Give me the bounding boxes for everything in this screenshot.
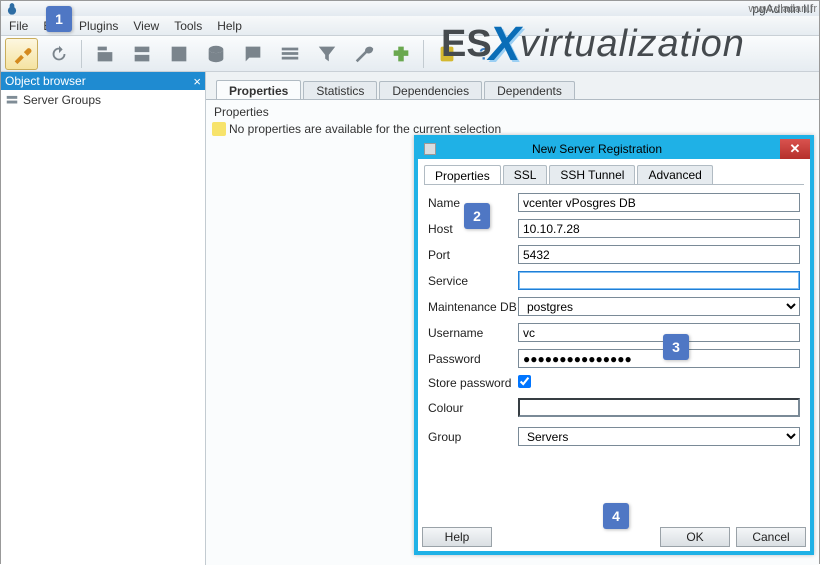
input-service[interactable]	[518, 271, 800, 290]
input-port[interactable]	[518, 245, 800, 264]
menu-help[interactable]: Help	[217, 19, 242, 33]
tab-statistics[interactable]: Statistics	[303, 81, 377, 99]
toolbar-filter-icon[interactable]	[310, 38, 343, 70]
dialog-tabs: Properties SSL SSH Tunnel Advanced	[424, 165, 804, 185]
toolbar-sql-icon[interactable]	[199, 38, 232, 70]
label-port: Port	[428, 248, 518, 262]
detail-empty-msg: No properties are available for the curr…	[229, 122, 501, 136]
dialog-icon	[424, 143, 436, 155]
callout-4: 4	[603, 503, 629, 529]
dialog-tab-advanced[interactable]: Advanced	[637, 165, 712, 184]
label-user: Username	[428, 326, 518, 340]
banner-x: X	[489, 17, 522, 72]
select-group[interactable]: Servers	[518, 427, 800, 446]
button-ok[interactable]: OK	[660, 527, 730, 547]
callout-3: 3	[663, 334, 689, 360]
app-icon	[5, 2, 19, 16]
toolbar-new-icon[interactable]	[125, 38, 158, 70]
detail-heading: Properties	[212, 102, 813, 122]
button-cancel[interactable]: Cancel	[736, 527, 806, 547]
toolbar-drop-icon[interactable]	[162, 38, 195, 70]
tree-node-label: Server Groups	[23, 93, 101, 107]
toolbar-refresh-icon[interactable]	[42, 38, 75, 70]
tab-properties[interactable]: Properties	[216, 80, 301, 99]
info-icon	[212, 122, 226, 136]
label-group: Group	[428, 430, 518, 444]
label-service: Service	[428, 274, 518, 288]
tab-dependencies[interactable]: Dependencies	[379, 81, 482, 99]
menu-view[interactable]: View	[133, 19, 159, 33]
colour-picker[interactable]	[518, 398, 800, 417]
toolbar-connect-icon[interactable]	[5, 38, 38, 70]
label-store: Store password	[428, 376, 518, 390]
callout-1: 1	[46, 6, 72, 32]
input-name[interactable]	[518, 193, 800, 212]
toolbar-viewdata-icon[interactable]	[273, 38, 306, 70]
dialog-title: New Server Registration	[442, 142, 780, 156]
sidebar-header: Object browser ×	[1, 72, 205, 90]
dialog-tab-ssl[interactable]: SSL	[503, 165, 548, 184]
label-pass: Password	[428, 352, 518, 366]
object-tree[interactable]: Server Groups	[1, 90, 205, 565]
callout-2: 2	[464, 203, 490, 229]
toolbar-chat-icon[interactable]	[236, 38, 269, 70]
dialog-footer: Help OK Cancel	[422, 527, 806, 547]
label-colour: Colour	[428, 401, 518, 415]
menu-plugins[interactable]: Plugins	[79, 19, 118, 33]
dialog-titlebar: New Server Registration ✕	[418, 139, 810, 159]
checkbox-store-password[interactable]	[518, 375, 531, 388]
select-maintenance-db[interactable]: postgres	[518, 297, 800, 316]
banner-es: ES	[441, 23, 492, 65]
toolbar-properties-icon[interactable]	[88, 38, 121, 70]
sidebar-title: Object browser	[5, 74, 86, 88]
label-mdb: Maintenance DB	[428, 300, 518, 314]
esx-banner: ESXvirtualization	[441, 13, 817, 68]
button-help[interactable]: Help	[422, 527, 492, 547]
detail-empty-row: No properties are available for the curr…	[212, 122, 813, 136]
main-tabs: Properties Statistics Dependencies Depen…	[206, 80, 819, 100]
banner-rest: virtualization	[520, 23, 745, 65]
dialog-close-icon[interactable]: ✕	[780, 139, 810, 159]
tab-dependents[interactable]: Dependents	[484, 81, 575, 99]
input-host[interactable]	[518, 219, 800, 238]
tree-node-server-groups[interactable]: Server Groups	[5, 93, 201, 107]
menu-tools[interactable]: Tools	[174, 19, 202, 33]
dialog-tab-sshtunnel[interactable]: SSH Tunnel	[549, 165, 635, 184]
menu-file[interactable]: File	[9, 19, 28, 33]
input-password[interactable]	[518, 349, 800, 368]
dialog-tab-properties[interactable]: Properties	[424, 165, 501, 184]
toolbar-puzzle-icon[interactable]	[384, 38, 417, 70]
sidebar: Object browser × Server Groups	[1, 72, 206, 565]
input-username[interactable]	[518, 323, 800, 342]
sidebar-close-icon[interactable]: ×	[193, 74, 201, 89]
server-group-icon	[5, 93, 19, 107]
toolbar-wrench-icon[interactable]	[347, 38, 380, 70]
dialog-new-server: New Server Registration ✕ Properties SSL…	[414, 135, 814, 555]
